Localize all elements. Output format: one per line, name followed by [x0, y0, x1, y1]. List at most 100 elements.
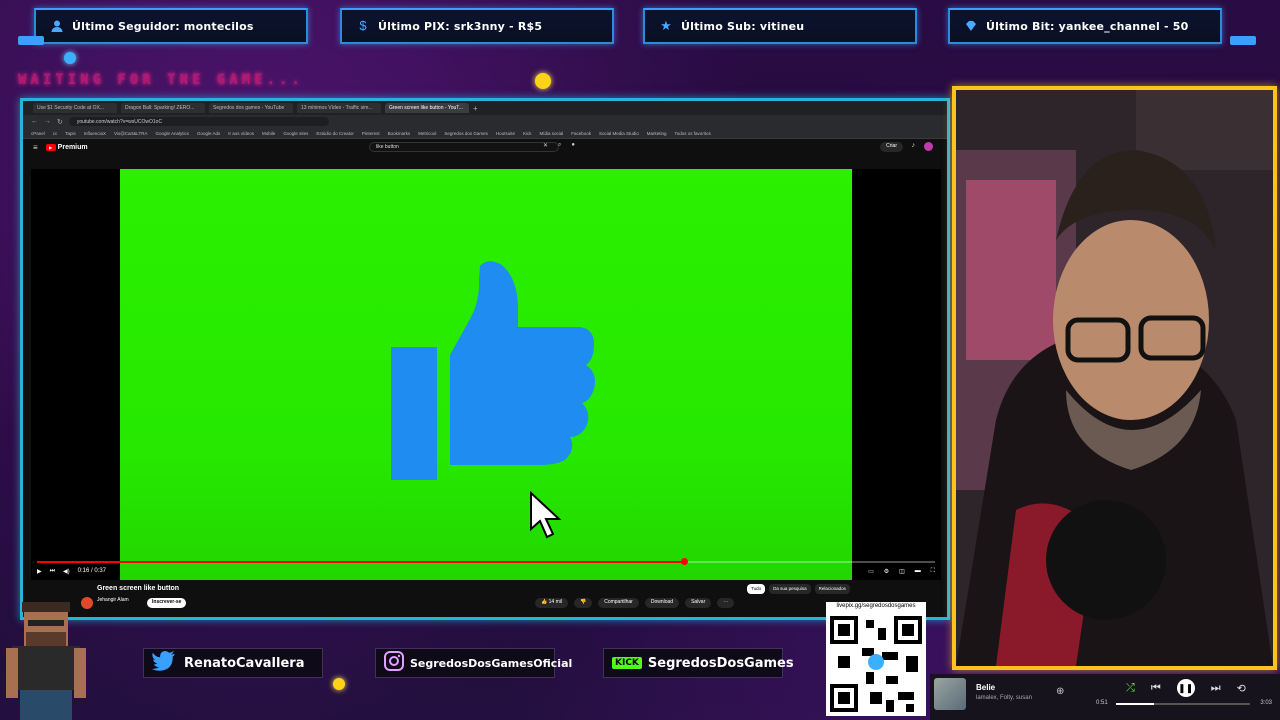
browser-tab[interactable]: Use $1 Security Code at OX...	[33, 103, 117, 113]
video-title: Green screen like button	[97, 585, 180, 592]
subscribe-button[interactable]: Inscrever-se	[147, 598, 187, 608]
bookmark-item[interactable]: Facebook	[571, 131, 591, 136]
related-chips: Tudo Da sua pesquisa Relacionados	[747, 584, 850, 594]
waiting-for-game-text: WAITING FOR THE GAME...	[18, 72, 304, 88]
browser-tab[interactable]: 13 mínimos Vídeo - Traffic sim...	[297, 103, 381, 113]
browser-tab-active[interactable]: Green screen like button - YouT...	[385, 103, 469, 113]
decor-blue-dot	[64, 52, 76, 64]
pause-button[interactable]: ❚❚	[1176, 679, 1195, 697]
miniplayer-icon[interactable]: ◫	[899, 568, 905, 575]
bookmark-item[interactable]: Bookmarks	[388, 131, 411, 136]
url-field[interactable]: youtube.com/watch?v=wsUCOwO1oC	[68, 117, 329, 126]
music-player: Belie lamalex, Folty, susan ⊕ ⤮ ⏮ ❚❚ ⏭ ⟲…	[930, 674, 1280, 720]
more-actions-icon[interactable]: ⋯	[717, 598, 735, 608]
webcam-feed	[952, 86, 1277, 670]
bookmark-item[interactable]: Tapis	[65, 131, 76, 136]
music-time-elapsed: 0:51	[1096, 700, 1108, 706]
pixel-avatar-icon	[6, 602, 86, 720]
star-icon: ★	[660, 18, 672, 33]
add-to-library-icon[interactable]: ⊕	[1056, 686, 1064, 697]
share-button[interactable]: Compartilhar	[598, 598, 639, 608]
decor-tab-right	[1230, 36, 1256, 45]
notifications-bell-icon[interactable]: ♪	[912, 142, 916, 149]
diamond-icon	[964, 19, 978, 33]
previous-track-icon[interactable]: ⏮	[1151, 682, 1161, 695]
chip-related[interactable]: Relacionados	[814, 584, 850, 594]
bookmark-item[interactable]: Mobile	[262, 131, 275, 136]
bookmark-item[interactable]: Metricool	[418, 131, 436, 136]
dislike-button[interactable]: 👎	[573, 598, 593, 608]
bookmark-item[interactable]: cc	[53, 131, 58, 136]
browser-tab[interactable]: Dragon Ball: Sparking! ZERO...	[121, 103, 205, 113]
bookmark-item[interactable]: cPanel	[31, 131, 45, 136]
download-button[interactable]: Download	[644, 598, 680, 608]
search-icon[interactable]: ⌕	[558, 142, 561, 149]
kick-label: SegredosDosGames	[647, 655, 794, 671]
mouse-cursor-icon	[530, 491, 562, 539]
create-button[interactable]: Criar	[880, 142, 903, 152]
bookmark-item[interactable]: Ir aos vídeos	[228, 131, 254, 136]
music-seek-bar[interactable]	[1116, 703, 1250, 705]
streamer-webcam-image	[956, 90, 1273, 666]
hamburger-menu-icon[interactable]: ≡	[33, 143, 38, 152]
video-actions: 👍 14 mil 👎 Compartilhar Download Salvar …	[535, 598, 735, 608]
play-icon[interactable]: ▶	[37, 568, 42, 575]
account-avatar[interactable]	[924, 142, 933, 151]
alert-bit-text: Último Bit: yankee_channel - 50	[986, 19, 1189, 33]
green-screen-video[interactable]	[120, 169, 852, 580]
alert-last-pix: $ Último PIX: srk3nny - R$5	[340, 8, 614, 44]
instagram-icon	[384, 650, 404, 676]
microphone-icon[interactable]: ●	[571, 142, 575, 149]
back-icon[interactable]: ←	[31, 118, 38, 125]
clear-search-icon[interactable]: ✕	[543, 142, 548, 149]
youtube-search-input[interactable]: like button	[369, 142, 559, 152]
song-artist: lamalex, Folty, susan	[976, 695, 1032, 701]
new-tab-icon[interactable]: +	[473, 104, 478, 113]
video-info-section: Green screen like button Jehangir Alam I…	[31, 581, 941, 617]
repeat-icon[interactable]: ⟲	[1237, 682, 1246, 695]
shuffle-icon[interactable]: ⤮	[1126, 682, 1135, 695]
settings-gear-icon[interactable]: ⚙	[884, 568, 889, 575]
qr-url-label: livepix.gg/segredosdosgames	[836, 603, 916, 609]
twitter-label: RenatoCavallera	[184, 655, 305, 671]
instagram-handle: SegredosDosGamesOficial	[375, 648, 572, 678]
reload-icon[interactable]: ↻	[57, 118, 63, 126]
bookmark-item[interactable]: Marketing	[647, 131, 667, 136]
bookmark-item[interactable]: Google Analytics	[155, 131, 189, 136]
video-progress-fill	[37, 561, 684, 563]
browser-tab[interactable]: Segredos dos games - YouTube	[209, 103, 293, 113]
youtube-logo[interactable]: ▶ Premium	[45, 143, 88, 151]
next-track-icon[interactable]: ⏭	[1211, 682, 1221, 695]
instagram-label: SegredosDosGamesOficial	[410, 656, 573, 670]
save-button[interactable]: Salvar	[685, 598, 712, 608]
like-button[interactable]: 👍 14 mil	[535, 598, 568, 608]
video-progress-knob[interactable]	[680, 558, 688, 565]
browser-tab-strip: Use $1 Security Code at OX... Dragon Bal…	[23, 101, 947, 115]
subtitles-icon[interactable]: ▭	[868, 568, 874, 575]
bookmark-item[interactable]: InfluenciaX	[84, 131, 106, 136]
bookmark-item[interactable]: Google sites	[283, 131, 308, 136]
forward-icon[interactable]: →	[44, 118, 51, 125]
bookmark-item[interactable]: Hootsuite	[496, 131, 515, 136]
bookmark-item[interactable]: Pinterest	[362, 131, 380, 136]
bookmark-item[interactable]: Todos os favoritos	[675, 131, 711, 136]
time-display: 0:16 / 0:37	[77, 568, 107, 574]
video-progress-bar[interactable]	[37, 558, 935, 565]
livepix-qr-code[interactable]: livepix.gg/segredosdosgames	[826, 602, 926, 716]
bookmark-item[interactable]: Mídia social	[539, 131, 563, 136]
bookmark-item[interactable]: Estúdio do Creator	[316, 131, 354, 136]
search-icons: ✕ ⌕ ●	[543, 142, 575, 149]
channel-name[interactable]: Jehangir Alam	[97, 597, 129, 603]
bookmark-item[interactable]: Google Ads	[197, 131, 220, 136]
next-icon[interactable]: ⏭	[50, 568, 55, 575]
chip-from-search[interactable]: Da sua pesquisa	[769, 584, 811, 594]
chip-all[interactable]: Tudo	[747, 584, 766, 594]
video-player[interactable]: ▶ ⏭ ◀) 0:16 / 0:37 ▭ ⚙ ◫ ▬ ⛶	[31, 169, 941, 580]
bookmark-item[interactable]: Segredos dos Games	[444, 131, 488, 136]
bookmark-item[interactable]: Social Media Studio	[599, 131, 639, 136]
volume-icon[interactable]: ◀)	[63, 568, 70, 575]
bookmark-item[interactable]: Kick	[523, 131, 532, 136]
fullscreen-icon[interactable]: ⛶	[931, 568, 935, 575]
theater-mode-icon[interactable]: ▬	[915, 568, 921, 575]
bookmark-item[interactable]: Vis@Cart&LTRA	[114, 131, 147, 136]
